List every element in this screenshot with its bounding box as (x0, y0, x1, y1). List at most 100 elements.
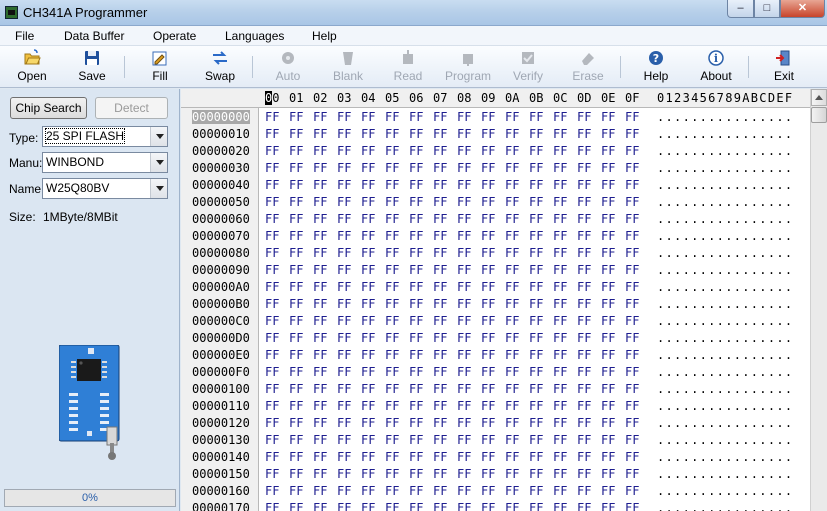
hex-byte[interactable]: FF (265, 433, 279, 447)
hex-byte[interactable]: FF (289, 416, 303, 430)
hex-byte[interactable]: FF (505, 195, 519, 209)
hex-byte[interactable]: FF (529, 110, 543, 124)
hex-byte[interactable]: FF (625, 467, 639, 481)
hex-byte[interactable]: FF (433, 365, 447, 379)
hex-row[interactable]: 00000070 FF FF FF FF FF FF FF FF FF FF FF FF FF FF FF FF… (181, 227, 810, 244)
hex-byte[interactable]: FF (385, 195, 399, 209)
hex-byte[interactable]: FF (313, 399, 327, 413)
close-button[interactable]: ✕ (780, 0, 825, 18)
hex-row[interactable]: 000000E0 FF FF FF FF FF FF FF FF FF FF FF FF FF FF FF FF… (181, 346, 810, 363)
hex-byte[interactable]: FF (361, 212, 375, 226)
scroll-thumb[interactable] (811, 107, 827, 123)
hex-byte[interactable]: FF (385, 229, 399, 243)
hex-byte[interactable]: FF (289, 399, 303, 413)
hex-byte[interactable]: FF (409, 467, 423, 481)
hex-byte[interactable]: FF (433, 416, 447, 430)
hex-byte[interactable]: FF (337, 178, 351, 192)
menu-help[interactable]: Help (312, 29, 337, 43)
hex-byte[interactable]: FF (481, 365, 495, 379)
hex-byte[interactable]: FF (505, 348, 519, 362)
hex-byte[interactable]: FF (361, 110, 375, 124)
hex-byte[interactable]: FF (625, 399, 639, 413)
hex-byte[interactable]: FF (409, 161, 423, 175)
hex-byte[interactable]: FF (625, 246, 639, 260)
hex-byte[interactable]: FF (553, 127, 567, 141)
hex-byte[interactable]: FF (433, 399, 447, 413)
hex-byte[interactable]: FF (337, 416, 351, 430)
hex-byte[interactable]: FF (529, 450, 543, 464)
hex-byte[interactable]: FF (505, 501, 519, 511)
hex-byte[interactable]: FF (409, 331, 423, 345)
hex-byte[interactable]: FF (433, 195, 447, 209)
hex-byte[interactable]: FF (361, 195, 375, 209)
hex-byte[interactable]: FF (601, 161, 615, 175)
hex-byte[interactable]: FF (265, 365, 279, 379)
hex-byte[interactable]: FF (601, 314, 615, 328)
hex-byte[interactable]: FF (265, 450, 279, 464)
hex-byte[interactable]: FF (529, 161, 543, 175)
hex-byte[interactable]: FF (457, 212, 471, 226)
hex-byte[interactable]: FF (409, 348, 423, 362)
hex-byte[interactable]: FF (481, 450, 495, 464)
hex-byte[interactable]: FF (553, 331, 567, 345)
hex-byte[interactable]: FF (481, 263, 495, 277)
hex-byte[interactable]: FF (553, 365, 567, 379)
hex-row[interactable]: 00000020 FF FF FF FF FF FF FF FF FF FF FF FF FF FF FF FF… (181, 142, 810, 159)
hex-byte[interactable]: FF (313, 161, 327, 175)
hex-row[interactable]: 000000B0 FF FF FF FF FF FF FF FF FF FF FF FF FF FF FF FF… (181, 295, 810, 312)
hex-byte[interactable]: FF (457, 246, 471, 260)
hex-byte[interactable]: FF (385, 501, 399, 511)
hex-byte[interactable]: FF (505, 314, 519, 328)
hex-byte[interactable]: FF (505, 161, 519, 175)
hex-byte[interactable]: FF (505, 331, 519, 345)
hex-byte[interactable]: FF (433, 297, 447, 311)
hex-byte[interactable]: FF (529, 212, 543, 226)
hex-row[interactable]: 00000100 FF FF FF FF FF FF FF FF FF FF FF FF FF FF FF FF… (181, 380, 810, 397)
hex-byte[interactable]: FF (289, 501, 303, 511)
hex-byte[interactable]: FF (265, 229, 279, 243)
manu-select[interactable]: WINBOND (42, 152, 168, 173)
hex-byte[interactable]: FF (505, 246, 519, 260)
hex-byte[interactable]: FF (577, 314, 591, 328)
hex-byte[interactable]: FF (505, 416, 519, 430)
hex-byte[interactable]: FF (361, 484, 375, 498)
hex-byte[interactable]: FF (265, 348, 279, 362)
hex-byte[interactable]: FF (577, 450, 591, 464)
hex-byte[interactable]: FF (481, 178, 495, 192)
hex-byte[interactable]: FF (457, 127, 471, 141)
hex-byte[interactable]: FF (529, 331, 543, 345)
hex-byte[interactable]: FF (313, 416, 327, 430)
hex-byte[interactable]: FF (553, 348, 567, 362)
hex-byte[interactable]: FF (361, 229, 375, 243)
hex-row[interactable]: 00000030 FF FF FF FF FF FF FF FF FF FF FF FF FF FF FF FF… (181, 159, 810, 176)
verify-button[interactable]: Verify (500, 48, 556, 86)
hex-byte[interactable]: FF (457, 144, 471, 158)
hex-byte[interactable]: FF (289, 178, 303, 192)
hex-byte[interactable]: FF (337, 484, 351, 498)
hex-byte[interactable]: FF (385, 127, 399, 141)
hex-byte[interactable]: FF (433, 161, 447, 175)
hex-row[interactable]: 000000C0 FF FF FF FF FF FF FF FF FF FF FF FF FF FF FF FF… (181, 312, 810, 329)
hex-byte[interactable]: FF (601, 501, 615, 511)
hex-byte[interactable]: FF (289, 433, 303, 447)
menu-languages[interactable]: Languages (225, 29, 284, 43)
hex-byte[interactable]: FF (337, 127, 351, 141)
hex-byte[interactable]: FF (457, 433, 471, 447)
chevron-down-icon[interactable] (150, 127, 167, 146)
hex-byte[interactable]: FF (361, 365, 375, 379)
hex-byte[interactable]: FF (313, 280, 327, 294)
hex-byte[interactable]: FF (457, 110, 471, 124)
hex-row[interactable]: 00000120 FF FF FF FF FF FF FF FF FF FF FF FF FF FF FF FF… (181, 414, 810, 431)
hex-byte[interactable]: FF (625, 416, 639, 430)
hex-byte[interactable]: FF (505, 110, 519, 124)
hex-byte[interactable]: FF (457, 229, 471, 243)
hex-byte[interactable]: FF (625, 450, 639, 464)
hex-byte[interactable]: FF (361, 161, 375, 175)
hex-byte[interactable]: FF (577, 110, 591, 124)
help-button[interactable]: ? Help (628, 48, 684, 86)
hex-byte[interactable]: FF (337, 314, 351, 328)
hex-byte[interactable]: FF (265, 280, 279, 294)
hex-byte[interactable]: FF (433, 212, 447, 226)
hex-byte[interactable]: FF (265, 127, 279, 141)
hex-byte[interactable]: FF (385, 263, 399, 277)
